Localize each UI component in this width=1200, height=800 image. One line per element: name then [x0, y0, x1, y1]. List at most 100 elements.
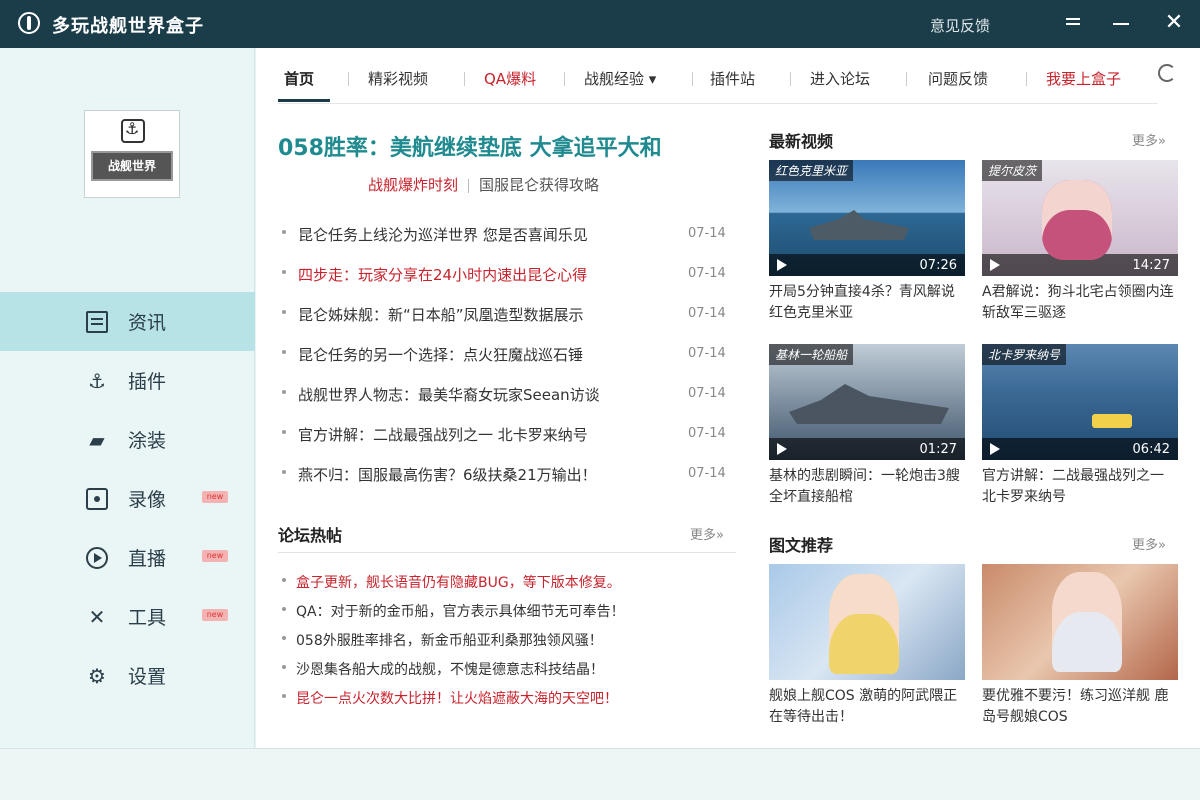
tab-experience[interactable]: 战舰经验 ▾: [584, 68, 656, 89]
sidebar-item-live[interactable]: 直播 new: [0, 528, 255, 587]
tab-separator: [906, 72, 907, 86]
tab-bar-divider: [278, 103, 1158, 104]
sidebar-item-label: 插件: [128, 371, 167, 393]
sidebar-item-label: 资讯: [128, 312, 167, 334]
news-date: 07-14: [688, 466, 726, 481]
app-logo-icon: [18, 12, 40, 34]
news-date: 07-14: [688, 226, 726, 241]
tab-separator: [692, 72, 693, 86]
sidebar-nav: 资讯 ⚓ 插件 ▰ 涂装 录像 new 直播 new ✕ 工具 new ⚙ 设置: [0, 292, 255, 705]
tab-separator: [790, 72, 791, 86]
tab-home[interactable]: 首页: [284, 68, 314, 89]
status-bar: [0, 748, 1200, 800]
news-date: 07-14: [688, 386, 726, 401]
video-thumbnail: 基林一轮船船 01:27: [769, 344, 965, 460]
list-item[interactable]: 沙恩集各船大成的战舰，不愧是德意志科技结晶！: [278, 653, 738, 682]
sublink-kunlun-guide[interactable]: 国服昆仑获得攻略: [479, 176, 599, 194]
game-logo: 战舰世界: [84, 110, 180, 198]
headline[interactable]: 058胜率：美航继续垫底 大拿追平大和: [278, 130, 662, 162]
video-thumb-title: 提尔皮茨: [982, 160, 1043, 181]
tab-qa[interactable]: QA爆料: [484, 68, 536, 89]
list-item[interactable]: 战舰世界人物志：最美华裔女玩家Seean访谈 07-14: [278, 376, 738, 416]
sublink-explosion[interactable]: 战舰爆炸时刻: [368, 176, 458, 194]
list-item[interactable]: 盒子更新，舰长语音仍有隐藏BUG，等下版本修复。: [278, 566, 738, 595]
refresh-icon[interactable]: [1158, 64, 1176, 82]
sidebar-item-skins[interactable]: ▰ 涂装: [0, 410, 255, 469]
video-card[interactable]: 基林一轮船船 01:27 基林的悲剧瞬间：一轮炮击3艘全坏直接船棺: [769, 344, 965, 508]
list-item[interactable]: 燕不归：国服最高伤害？6级扶桑21万输出！ 07-14: [278, 456, 738, 496]
news-title: 昆仑姊妹舰：新“日本船”凤凰造型数据展示: [298, 306, 584, 324]
news-icon: [86, 311, 108, 333]
image-card[interactable]: 舰娘上舰COS 激萌的阿武隈正在等待出击！: [769, 564, 965, 728]
video-thumbnail: 提尔皮茨 14:27: [982, 160, 1178, 276]
main-content: 首页 精彩视频 QA爆料 战舰经验 ▾ 插件站 进入论坛 问题反馈 我要上盒子 …: [256, 48, 1200, 748]
forum-post-title: 058外服胜率排名，新金币船亚利桑那独领风骚！: [296, 633, 603, 649]
tab-plugins[interactable]: 插件站: [710, 68, 755, 89]
sidebar-item-label: 工具: [128, 607, 167, 629]
play-icon: [990, 443, 1000, 455]
video-card[interactable]: 红色克里米亚 07:26 开局5分钟直接4杀？青风解说红色克里米亚: [769, 160, 965, 324]
tab-forum[interactable]: 进入论坛: [810, 68, 870, 89]
forum-post-title: QA：对于新的金币船，官方表示具体细节无可奉告！: [296, 604, 625, 620]
close-icon[interactable]: ✕: [1161, 10, 1187, 36]
active-tab-indicator: [278, 99, 330, 102]
list-item[interactable]: 058外服胜率排名，新金币船亚利桑那独领风骚！: [278, 624, 738, 653]
title-bar: 多玩战舰世界盒子 意见反馈 ✕: [0, 0, 1200, 48]
news-date: 07-14: [688, 306, 726, 321]
sidebar-item-tools[interactable]: ✕ 工具 new: [0, 587, 255, 646]
sidebar: 战舰世界 资讯 ⚓ 插件 ▰ 涂装 录像 new 直播 new ✕ 工具 new: [0, 48, 255, 748]
news-title: 燕不归：国服最高伤害？6级扶桑21万输出！: [298, 466, 597, 484]
list-item[interactable]: 昆仑任务的另一个选择：点火狂魔战巡石锤 07-14: [278, 336, 738, 376]
image-thumbnail: [769, 564, 965, 680]
list-item[interactable]: 四步走：玩家分享在24小时内速出昆仑心得 07-14: [278, 256, 738, 296]
forum-divider: [278, 552, 736, 553]
videos-more-link[interactable]: 更多»: [1132, 130, 1166, 149]
images-more-link[interactable]: 更多»: [1132, 534, 1166, 553]
play-icon: [990, 259, 1000, 271]
video-thumb-title: 北卡罗来纳号: [982, 344, 1067, 365]
list-item[interactable]: 昆仑姊妹舰：新“日本船”凤凰造型数据展示 07-14: [278, 296, 738, 336]
logo-text: 战舰世界: [91, 151, 173, 181]
new-badge: new: [202, 550, 228, 562]
video-duration: 14:27: [1132, 258, 1170, 273]
video-card[interactable]: 北卡罗来纳号 06:42 官方讲解：二战最强战列之一 北卡罗来纳号: [982, 344, 1178, 508]
list-item[interactable]: 官方讲解：二战最强战列之一 北卡罗来纳号 07-14: [278, 416, 738, 456]
forum-more-link[interactable]: 更多»: [690, 524, 724, 543]
forum-post-title: 昆仑一点火次数大比拼！让火焰遮蔽大海的天空吧！: [296, 691, 618, 707]
image-caption: 要优雅不要污！练习巡洋舰 鹿岛号舰娘COS: [982, 688, 1169, 725]
video-duration: 06:42: [1132, 442, 1170, 457]
play-icon: [777, 259, 787, 271]
sidebar-item-settings[interactable]: ⚙ 设置: [0, 646, 255, 705]
video-caption: 官方讲解：二战最强战列之一 北卡罗来纳号: [982, 468, 1164, 505]
video-thumbnail: 北卡罗来纳号 06:42: [982, 344, 1178, 460]
tab-join-box[interactable]: 我要上盒子: [1046, 68, 1121, 89]
feedback-link[interactable]: 意见反馈: [930, 15, 990, 36]
new-badge: new: [202, 609, 228, 621]
tab-separator: [464, 72, 465, 86]
image-card[interactable]: 要优雅不要污！练习巡洋舰 鹿岛号舰娘COS: [982, 564, 1178, 728]
video-thumb-title: 红色克里米亚: [769, 160, 854, 181]
sidebar-item-replays[interactable]: 录像 new: [0, 469, 255, 528]
minimize-icon[interactable]: [1108, 10, 1134, 36]
menu-icon[interactable]: [1060, 10, 1086, 36]
video-duration: 07:26: [919, 258, 957, 273]
sidebar-item-label: 录像: [128, 489, 167, 511]
tab-separator: [348, 72, 349, 86]
tab-feedback[interactable]: 问题反馈: [928, 68, 988, 89]
play-icon: [86, 547, 108, 569]
video-caption: A君解说：狗斗北宅占领圈内连斩敌军三驱逐: [982, 284, 1174, 321]
video-card[interactable]: 提尔皮茨 14:27 A君解说：狗斗北宅占领圈内连斩敌军三驱逐: [982, 160, 1178, 324]
sidebar-item-label: 涂装: [128, 430, 167, 452]
list-item[interactable]: QA：对于新的金币船，官方表示具体细节无可奉告！: [278, 595, 738, 624]
record-icon: [86, 488, 108, 510]
sidebar-item-plugins[interactable]: ⚓ 插件: [0, 351, 255, 410]
sidebar-item-label: 设置: [128, 666, 167, 688]
news-title: 昆仑任务的另一个选择：点火狂魔战巡石锤: [298, 346, 584, 364]
image-thumbnail: [982, 564, 1178, 680]
sidebar-item-news[interactable]: 资讯: [0, 292, 255, 351]
news-date: 07-14: [688, 266, 726, 281]
list-item[interactable]: 昆仑任务上线沦为巡洋世界 您是否喜闻乐见 07-14: [278, 216, 738, 256]
list-item[interactable]: 昆仑一点火次数大比拼！让火焰遮蔽大海的天空吧！: [278, 682, 738, 711]
paint-icon: ▰: [89, 428, 105, 452]
tab-videos[interactable]: 精彩视频: [368, 68, 428, 89]
